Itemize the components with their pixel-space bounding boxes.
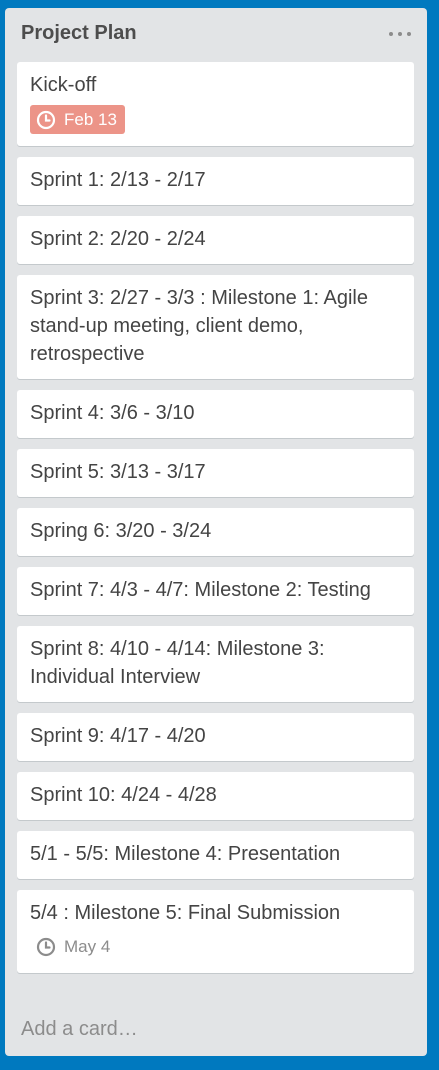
card[interactable]: 5/4 : Milestone 5: Final Submission May 4 [17,889,414,973]
card[interactable]: Sprint 10: 4/24 - 4/28 [17,771,414,820]
clock-icon [36,937,56,957]
card-title: Spring 6: 3/20 - 3/24 [30,519,212,542]
card[interactable]: 5/1 - 5/5: Milestone 4: Presentation [17,830,414,879]
card-list: Kick-off Feb 13 Sprint 1: 2/13 - 2/17 Sprin… [17,62,414,984]
list-menu-button[interactable] [389,24,411,44]
card-title: 5/1 - 5/5: Milestone 4: Presentation [30,842,341,865]
card[interactable]: Kick-off Feb 13 [17,62,414,146]
card[interactable]: Sprint 4: 3/6 - 3/10 [17,389,414,438]
card-title: Sprint 8: 4/10 - 4/14: Milestone 3: Indi… [30,637,325,688]
list-title[interactable]: Project Plan [21,22,137,45]
card[interactable]: Sprint 2: 2/20 - 2/24 [17,215,414,264]
ellipsis-icon [389,32,393,36]
card-title: Sprint 5: 3/13 - 3/17 [30,460,206,483]
ellipsis-dot [398,32,402,36]
add-card-button[interactable]: Add a card… [21,1018,138,1041]
card-title: Sprint 10: 4/24 - 4/28 [30,783,217,806]
due-date-text: May 4 [64,937,111,956]
card[interactable]: Sprint 3: 2/27 - 3/3 : Milestone 1: Agil… [17,274,414,379]
card[interactable]: Sprint 7: 4/3 - 4/7: Milestone 2: Testin… [17,566,414,615]
ellipsis-dot [407,32,411,36]
card-title: Sprint 7: 4/3 - 4/7: Milestone 2: Testin… [30,578,371,601]
card-title: Sprint 9: 4/17 - 4/20 [30,724,206,747]
card[interactable]: Sprint 9: 4/17 - 4/20 [17,712,414,761]
card-title: Sprint 4: 3/6 - 3/10 [30,401,195,424]
card-title: Sprint 2: 2/20 - 2/24 [30,227,206,250]
due-date-badge[interactable]: Feb 13 [30,105,125,134]
card-title: Sprint 1: 2/13 - 2/17 [30,168,206,191]
card[interactable]: Sprint 8: 4/10 - 4/14: Milestone 3: Indi… [17,625,414,702]
due-date-text: Feb 13 [64,109,117,129]
card[interactable]: Sprint 5: 3/13 - 3/17 [17,448,414,497]
card-title: Sprint 3: 2/27 - 3/3 : Milestone 1: Agil… [30,286,368,365]
list-header: Project Plan [5,8,427,58]
due-date-badge[interactable]: May 4 [30,933,116,962]
card-title: 5/4 : Milestone 5: Final Submission [30,901,341,924]
card-title: Kick-off [30,74,97,96]
card[interactable]: Sprint 1: 2/13 - 2/17 [17,156,414,205]
list-project-plan: Project Plan Kick-off Feb 13 Sprint 1: 2/1… [5,8,427,1056]
card[interactable]: Spring 6: 3/20 - 3/24 [17,507,414,556]
clock-icon [36,110,56,130]
